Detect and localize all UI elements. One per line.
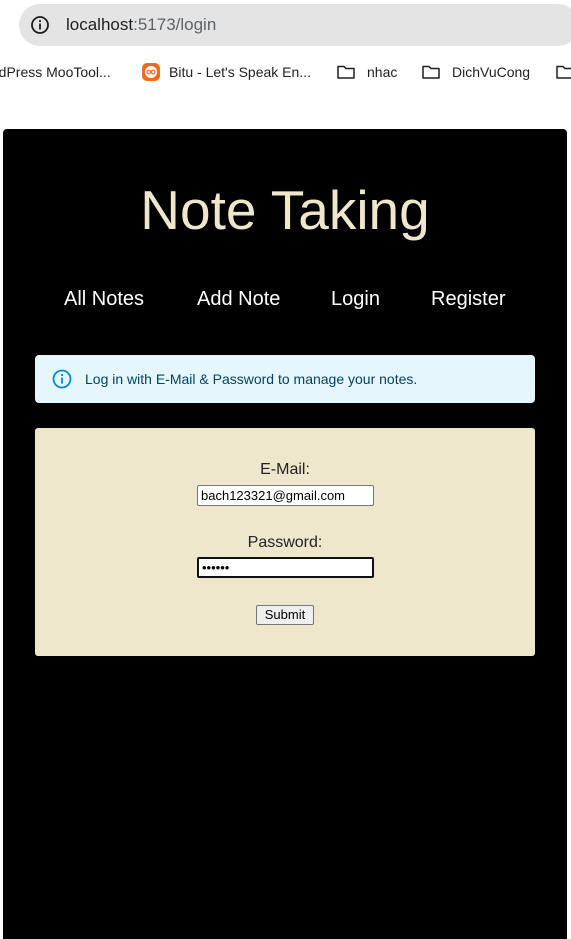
url-text[interactable]: localhost:5173/login <box>66 15 216 35</box>
nav-login[interactable]: Login <box>331 287 380 311</box>
info-outline-icon <box>52 369 72 389</box>
folder-icon <box>337 65 355 79</box>
address-bar[interactable]: localhost:5173/login <box>19 4 571 46</box>
bookmark-label: DichVuCong <box>452 64 531 80</box>
password-label: Password: <box>247 534 323 551</box>
bookmark-label: rdPress MooTool... <box>0 64 111 80</box>
url-host: localhost <box>66 15 134 34</box>
nav-all-notes[interactable]: All Notes <box>64 287 144 311</box>
browser-toolbar: localhost:5173/login <box>0 0 571 52</box>
info-alert: Log in with E-Mail & Password to manage … <box>35 355 535 403</box>
app-container: Note Taking All Notes Add Note Login Reg… <box>3 129 567 939</box>
email-field[interactable] <box>197 485 374 506</box>
site-info-icon[interactable] <box>29 14 51 36</box>
folder-icon <box>556 65 571 79</box>
submit-button[interactable]: Submit <box>256 605 314 625</box>
bitu-favicon-icon <box>142 63 160 81</box>
nav-add-note[interactable]: Add Note <box>197 287 280 311</box>
folder-icon <box>422 65 440 79</box>
bookmarks-bar: rdPress MooTool... Bitu - Let's Speak En… <box>0 52 571 92</box>
password-field[interactable] <box>197 557 374 578</box>
alert-message: Log in with E-Mail & Password to manage … <box>85 371 418 387</box>
bookmark-label: nhac <box>367 64 398 80</box>
login-form: E-Mail: Password: Submit <box>35 428 535 656</box>
url-path: :5173/login <box>133 15 217 34</box>
email-label: E-Mail: <box>260 461 310 478</box>
nav-register[interactable]: Register <box>431 287 505 311</box>
app-title: Note Taking <box>140 179 430 241</box>
bookmark-label: Bitu - Let's Speak En... <box>169 64 311 80</box>
